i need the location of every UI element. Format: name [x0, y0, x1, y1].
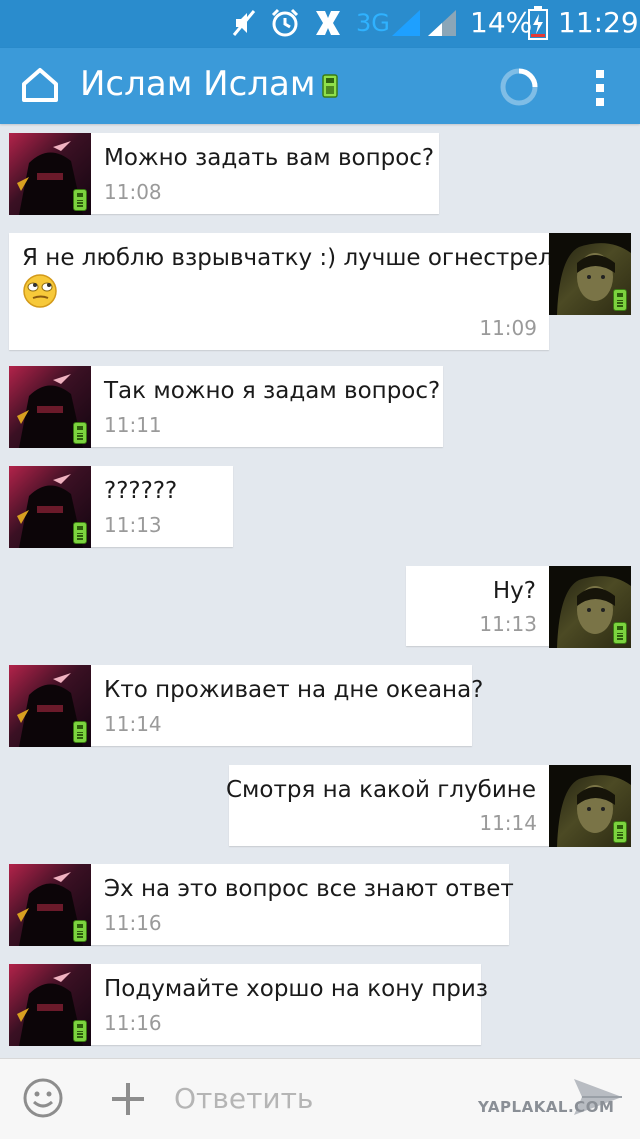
mobile-badge-icon	[73, 920, 87, 942]
message-bubble: Ну? 11:13	[406, 566, 549, 646]
mobile-status-icon	[322, 74, 338, 102]
app-bar: Ислам Ислам	[0, 48, 640, 124]
contact-avatar[interactable]	[9, 665, 91, 747]
mute-icon	[230, 8, 258, 42]
overflow-menu-icon[interactable]	[594, 70, 606, 110]
message-text: Кто проживает на дне океана?	[104, 677, 484, 703]
message-time: 11:11	[104, 413, 162, 437]
mobile-badge-icon	[613, 622, 627, 644]
mobile-badge-icon	[73, 1020, 87, 1042]
home-icon[interactable]	[20, 66, 60, 108]
message-text: Я не люблю взрывчатку :) лучше огнестрел	[22, 245, 553, 271]
battery-percent: 14%	[470, 6, 533, 39]
message-text: Подумайте хоршо на кону приз	[104, 976, 489, 1002]
mobile-badge-icon	[613, 289, 627, 311]
message-bubble: Я не люблю взрывчатку :) лучше огнестрел…	[9, 233, 553, 350]
status-bar: 3G 14% 11:29	[0, 0, 640, 48]
user-avatar[interactable]	[549, 765, 631, 847]
battery-charging-icon	[528, 6, 548, 44]
mobile-badge-icon	[73, 522, 87, 544]
attach-plus-icon[interactable]	[110, 1081, 146, 1121]
message-bubble: ?????? 11:13	[91, 466, 233, 547]
message-bubble: Эх на это вопрос все знают ответ 11:16	[91, 864, 514, 945]
message-bubble: Подумайте хоршо на кону приз 11:16	[91, 964, 488, 1045]
message-time: 11:16	[104, 911, 162, 935]
rolling-eyes-emoji-icon	[22, 273, 58, 313]
clock: 11:29	[558, 6, 639, 39]
message-bubble: Так можно я задам вопрос? 11:11	[91, 366, 443, 447]
message-text: Эх на это вопрос все знают ответ	[104, 876, 514, 902]
contact-avatar[interactable]	[9, 864, 91, 946]
message-input[interactable]: Ответить	[174, 1081, 313, 1117]
message-time: 11:08	[104, 180, 162, 204]
message-text: Смотря на какой глубине	[226, 777, 536, 803]
message-time: 11:14	[479, 811, 537, 835]
mobile-badge-icon	[73, 721, 87, 743]
message-text: Можно задать вам вопрос?	[104, 145, 435, 171]
contact-avatar[interactable]	[9, 133, 91, 215]
message-text: Так можно я задам вопрос?	[104, 378, 441, 404]
contact-avatar[interactable]	[9, 366, 91, 448]
signal-icon	[392, 8, 458, 42]
app-x-icon	[313, 8, 343, 42]
message-time: 11:16	[104, 1011, 162, 1035]
message-bubble: Кто проживает на дне океана? 11:14	[91, 665, 483, 746]
message-time: 11:14	[104, 712, 162, 736]
alarm-icon	[270, 8, 300, 42]
contact-avatar[interactable]	[9, 964, 91, 1046]
user-avatar[interactable]	[549, 233, 631, 315]
loading-spinner-icon	[498, 66, 540, 112]
message-bubble: Можно задать вам вопрос? 11:08	[91, 133, 439, 214]
user-avatar[interactable]	[549, 566, 631, 648]
watermark: YAPLAKAL.COM	[478, 1098, 615, 1116]
contact-name: Ислам Ислам	[80, 64, 316, 104]
contact-avatar[interactable]	[9, 466, 91, 548]
network-type: 3G	[356, 9, 390, 37]
message-time: 11:13	[104, 513, 162, 537]
message-bubble: Смотря на какой глубине 11:14	[226, 765, 549, 846]
mobile-badge-icon	[613, 821, 627, 843]
message-text: ??????	[104, 478, 178, 504]
mobile-badge-icon	[73, 422, 87, 444]
message-time: 11:09	[479, 316, 537, 340]
message-text: Ну?	[492, 578, 536, 604]
mobile-badge-icon	[73, 189, 87, 211]
message-time: 11:13	[479, 612, 537, 636]
smiley-icon[interactable]	[22, 1077, 64, 1123]
